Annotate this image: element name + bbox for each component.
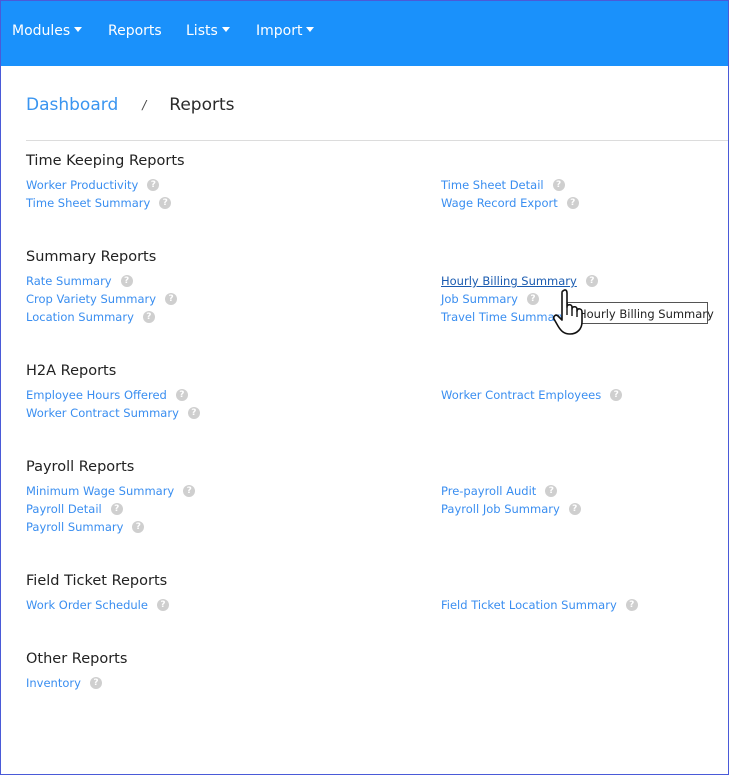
- nav-modules-label: Modules: [12, 23, 71, 39]
- section-title: Summary Reports: [26, 249, 157, 265]
- help-icon[interactable]: ?: [165, 293, 178, 305]
- help-icon[interactable]: ?: [183, 485, 196, 497]
- nav-lists-label: Lists: [186, 23, 218, 39]
- report-item: Location Summary?: [26, 310, 155, 324]
- help-icon[interactable]: ?: [610, 389, 623, 401]
- link-tooltip: Hourly Billing Summary: [567, 302, 714, 324]
- help-icon[interactable]: ?: [132, 521, 145, 533]
- help-icon[interactable]: ?: [552, 179, 565, 191]
- report-link[interactable]: Work Order Schedule: [26, 598, 148, 612]
- report-item: Worker Contract Employees?: [441, 388, 623, 402]
- help-icon[interactable]: ?: [89, 677, 102, 689]
- section-title: Other Reports: [26, 651, 128, 667]
- nav-import-label: Import: [256, 23, 303, 39]
- report-item: Rate Summary?: [26, 274, 133, 288]
- caret-down-icon: [306, 26, 315, 32]
- report-link[interactable]: Hourly Billing Summary: [441, 274, 577, 288]
- help-icon[interactable]: ?: [566, 197, 579, 209]
- report-link[interactable]: Wage Record Export: [441, 196, 558, 210]
- report-item: Time Sheet Summary?: [26, 196, 172, 210]
- report-link[interactable]: Location Summary: [26, 310, 134, 324]
- report-item: Work Order Schedule?: [26, 598, 169, 612]
- report-item: Worker Contract Summary?: [26, 406, 200, 420]
- report-item: Payroll Summary?: [26, 520, 145, 534]
- report-link[interactable]: Job Summary: [441, 292, 518, 306]
- nav-reports-label: Reports: [108, 23, 162, 39]
- help-icon[interactable]: ?: [175, 389, 188, 401]
- report-item: Wage Record Export?: [441, 196, 579, 210]
- nav-modules-dropdown[interactable]: Modules: [12, 23, 83, 39]
- report-item: Payroll Job Summary?: [441, 502, 581, 516]
- breadcrumb-dashboard-link[interactable]: Dashboard: [26, 95, 118, 115]
- breadcrumb-separator: /: [142, 98, 147, 112]
- nav-lists-dropdown[interactable]: Lists: [186, 23, 230, 39]
- report-link[interactable]: Payroll Job Summary: [441, 502, 560, 516]
- report-item: Crop Variety Summary?: [26, 292, 178, 306]
- report-link[interactable]: Employee Hours Offered: [26, 388, 167, 402]
- help-icon[interactable]: ?: [147, 179, 160, 191]
- breadcrumb-current-page: Reports: [169, 95, 235, 115]
- section-title: Time Keeping Reports: [26, 153, 185, 169]
- report-link[interactable]: Worker Contract Summary: [26, 406, 179, 420]
- help-icon[interactable]: ?: [526, 293, 539, 305]
- caret-down-icon: [221, 26, 230, 32]
- report-item: Employee Hours Offered?: [26, 388, 188, 402]
- report-link[interactable]: Time Sheet Detail: [441, 178, 544, 192]
- section-title: H2A Reports: [26, 363, 117, 379]
- report-item: Minimum Wage Summary?: [26, 484, 196, 498]
- nav-import-dropdown[interactable]: Import: [256, 23, 315, 39]
- report-link[interactable]: Payroll Summary: [26, 520, 123, 534]
- report-item: Hourly Billing Summary?: [441, 274, 598, 288]
- section-title: Payroll Reports: [26, 459, 135, 475]
- help-icon[interactable]: ?: [142, 311, 155, 323]
- section-title: Field Ticket Reports: [26, 573, 168, 589]
- report-link[interactable]: Crop Variety Summary: [26, 292, 156, 306]
- help-icon[interactable]: ?: [187, 407, 200, 419]
- report-link[interactable]: Rate Summary: [26, 274, 112, 288]
- report-item: Payroll Detail?: [26, 502, 123, 516]
- app-window: Modules Reports Lists Import Dashboard /…: [0, 0, 729, 775]
- report-item: Inventory?: [26, 676, 102, 690]
- report-link[interactable]: Inventory: [26, 676, 81, 690]
- help-icon[interactable]: ?: [110, 503, 123, 515]
- report-item: Pre-payroll Audit?: [441, 484, 558, 498]
- nav-reports-link[interactable]: Reports: [108, 23, 162, 39]
- report-link[interactable]: Travel Time Summary: [441, 310, 566, 324]
- report-item: Time Sheet Detail?: [441, 178, 565, 192]
- report-link[interactable]: Pre-payroll Audit: [441, 484, 536, 498]
- report-item: Field Ticket Location Summary?: [441, 598, 638, 612]
- report-link[interactable]: Minimum Wage Summary: [26, 484, 174, 498]
- help-icon[interactable]: ?: [625, 599, 638, 611]
- hand-pointer-cursor-icon: [553, 289, 583, 335]
- report-item: Worker Productivity?: [26, 178, 160, 192]
- help-icon[interactable]: ?: [585, 275, 598, 287]
- report-link[interactable]: Worker Productivity: [26, 178, 138, 192]
- help-icon[interactable]: ?: [545, 485, 558, 497]
- report-link[interactable]: Time Sheet Summary: [26, 196, 150, 210]
- report-link[interactable]: Payroll Detail: [26, 502, 102, 516]
- help-icon[interactable]: ?: [568, 503, 581, 515]
- top-navbar: Modules Reports Lists Import: [1, 1, 728, 66]
- report-link[interactable]: Field Ticket Location Summary: [441, 598, 617, 612]
- report-item: Job Summary?: [441, 292, 539, 306]
- help-icon[interactable]: ?: [156, 599, 169, 611]
- report-link[interactable]: Worker Contract Employees: [441, 388, 601, 402]
- help-icon[interactable]: ?: [120, 275, 133, 287]
- header-divider: [26, 140, 728, 141]
- breadcrumb: Dashboard / Reports: [26, 95, 235, 115]
- help-icon[interactable]: ?: [159, 197, 172, 209]
- caret-down-icon: [74, 26, 83, 32]
